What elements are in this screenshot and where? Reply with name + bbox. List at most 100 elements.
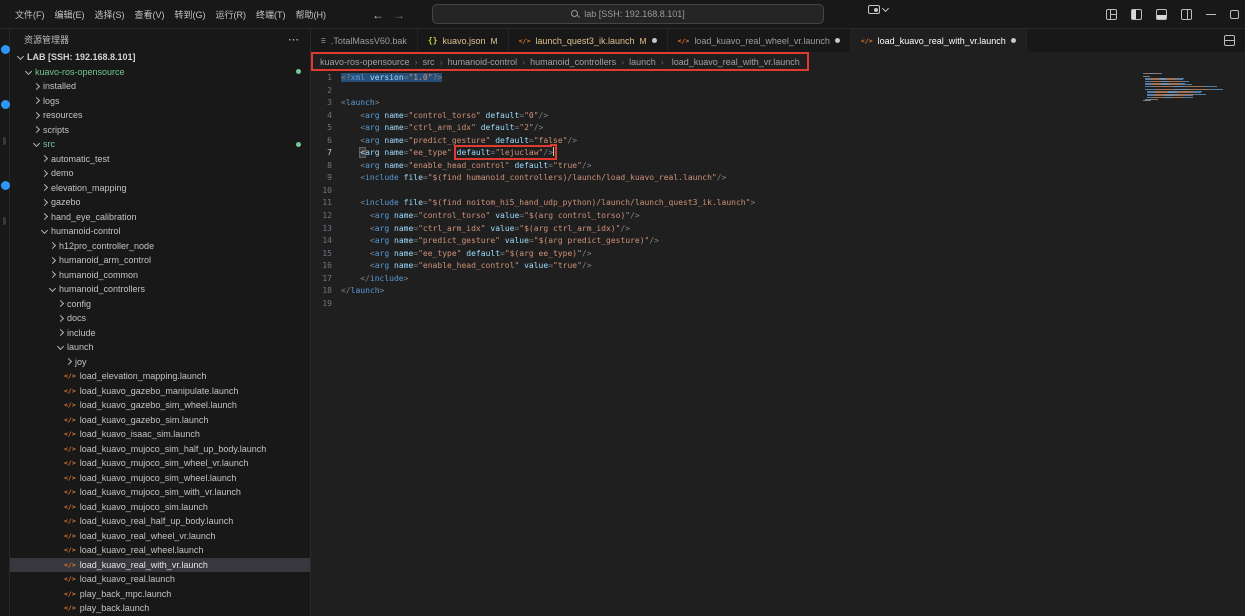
code-line-7[interactable]: 7 <arg name="ee_type" default="lejuclaw"…: [311, 147, 1245, 160]
menu-item-file[interactable]: 文件(F): [10, 5, 50, 24]
remote-window-indicator[interactable]: [868, 5, 888, 14]
code-line-1[interactable]: 1<?xml version="1.0"?>: [311, 72, 1245, 85]
tree-item-scripts[interactable]: scripts: [10, 123, 310, 138]
tab-kuavo-json[interactable]: {}kuavo.jsonM: [418, 29, 509, 52]
code-line-10[interactable]: 10: [311, 185, 1245, 198]
code-line-6[interactable]: 6 <arg name="predict_gesture" default="f…: [311, 135, 1245, 148]
code-line-9[interactable]: 9 <include file="$(find humanoid_control…: [311, 172, 1245, 185]
code-line-12[interactable]: 12 <arg name="control_torso" value="$(ar…: [311, 210, 1245, 223]
tree-file-load-kuavo-mujoco-sim-wheel-launch[interactable]: </>load_kuavo_mujoco_sim_wheel.launch: [10, 471, 310, 486]
tree-file-load-elevation-mapping-launch[interactable]: </>load_elevation_mapping.launch: [10, 369, 310, 384]
remote-monitor-icon: [868, 5, 880, 14]
tree-item-include[interactable]: include: [10, 326, 310, 341]
breadcrumb-item[interactable]: humanoid_controllers: [530, 57, 616, 67]
tree-item-h12pro-controller-node[interactable]: h12pro_controller_node: [10, 239, 310, 254]
dirty-dot-icon[interactable]: [1011, 38, 1016, 43]
tree-file-load-kuavo-mujoco-sim-half-up-body-launch[interactable]: </>load_kuavo_mujoco_sim_half_up_body.la…: [10, 442, 310, 457]
tree-file-load-kuavo-real-launch[interactable]: </>load_kuavo_real.launch: [10, 572, 310, 587]
restore-button[interactable]: [1230, 10, 1239, 19]
tree-item-logs[interactable]: logs: [10, 94, 310, 109]
xml-file-icon: </>: [64, 561, 76, 569]
code-line-4[interactable]: 4 <arg name="control_torso" default="0"/…: [311, 110, 1245, 123]
menu-item-edit[interactable]: 编辑(E): [50, 5, 90, 24]
code-line-15[interactable]: 15 <arg name="ee_type" default="$(arg ee…: [311, 248, 1245, 261]
code-line-8[interactable]: 8 <arg name="enable_head_control" defaul…: [311, 160, 1245, 173]
breadcrumb-item[interactable]: launch: [629, 57, 656, 67]
tab-load-kuavo-real-with-vr-launch[interactable]: </>load_kuavo_real_with_vr.launch: [851, 29, 1027, 52]
tree-item-joy[interactable]: joy: [10, 355, 310, 370]
tree-file-load-kuavo-isaac-sim-launch[interactable]: </>load_kuavo_isaac_sim.launch: [10, 427, 310, 442]
more-actions-icon[interactable]: ⋯: [288, 37, 300, 43]
menu-item-selection[interactable]: 选择(S): [90, 5, 130, 24]
tree-file-load-kuavo-real-with-vr-launch[interactable]: </>load_kuavo_real_with_vr.launch: [10, 558, 310, 573]
command-center-search[interactable]: lab [SSH: 192.168.8.101]: [432, 4, 824, 24]
toggle-secondary-sidebar-icon[interactable]: [1181, 9, 1192, 20]
tree-file-load-kuavo-real-wheel-launch[interactable]: </>load_kuavo_real_wheel.launch: [10, 543, 310, 558]
tree-file-load-kuavo-real-half-up-body-launch[interactable]: </>load_kuavo_real_half_up_body.launch: [10, 514, 310, 529]
tree-file-play-back-mpc-launch[interactable]: </>play_back_mpc.launch: [10, 587, 310, 602]
menu-item-run[interactable]: 运行(R): [211, 5, 252, 24]
breadcrumb-item[interactable]: src: [423, 57, 435, 67]
history-navigation: ← →: [372, 0, 405, 29]
code-line-16[interactable]: 16 <arg name="enable_head_control" value…: [311, 260, 1245, 273]
tree-item-automatic-test[interactable]: automatic_test: [10, 152, 310, 167]
code-area[interactable]: 1<?xml version="1.0"?>23<launch>4 <arg n…: [311, 71, 1245, 616]
tree-item-label: LAB [SSH: 192.168.8.101]: [27, 52, 136, 62]
tree-file-load-kuavo-mujoco-sim-launch[interactable]: </>load_kuavo_mujoco_sim.launch: [10, 500, 310, 515]
code-line-11[interactable]: 11 <include file="$(find noitom_hi5_hand…: [311, 197, 1245, 210]
menu-item-help[interactable]: 帮助(H): [291, 5, 332, 24]
code-line-18[interactable]: 18</launch>: [311, 285, 1245, 298]
forward-arrow-icon[interactable]: →: [393, 8, 405, 22]
tab--totalmassv60-bak[interactable]: ≡.TotalMassV60.bak: [311, 29, 418, 52]
back-arrow-icon[interactable]: ←: [372, 8, 384, 22]
tree-item-config[interactable]: config: [10, 297, 310, 312]
menu-item-view[interactable]: 查看(V): [130, 5, 170, 24]
tree-item-elevation-mapping[interactable]: elevation_mapping: [10, 181, 310, 196]
code-line-2[interactable]: 2: [311, 85, 1245, 98]
tree-file-play-back-launch[interactable]: </>play_back.launch: [10, 601, 310, 616]
tree-item-humanoid-control[interactable]: humanoid-control: [10, 224, 310, 239]
chevron-collapsed-icon: [64, 358, 72, 366]
tree-item-docs[interactable]: docs: [10, 311, 310, 326]
tree-item-installed[interactable]: installed: [10, 79, 310, 94]
tree-item-hand-eye-calibration[interactable]: hand_eye_calibration: [10, 210, 310, 225]
tree-file-load-kuavo-gazebo-sim-wheel-launch[interactable]: </>load_kuavo_gazebo_sim_wheel.launch: [10, 398, 310, 413]
menu-item-goto[interactable]: 转到(G): [170, 5, 211, 24]
minimap[interactable]: [1143, 73, 1231, 103]
tree-item-humanoid-common[interactable]: humanoid_common: [10, 268, 310, 283]
breadcrumb-item[interactable]: humanoid-control: [448, 57, 518, 67]
tree-item-gazebo[interactable]: gazebo: [10, 195, 310, 210]
tree-file-load-kuavo-mujoco-sim-with-vr-launch[interactable]: </>load_kuavo_mujoco_sim_with_vr.launch: [10, 485, 310, 500]
tree-item-humanoid-arm-control[interactable]: humanoid_arm_control: [10, 253, 310, 268]
tree-file-load-kuavo-mujoco-sim-wheel-vr-launch[interactable]: </>load_kuavo_mujoco_sim_wheel_vr.launch: [10, 456, 310, 471]
code-line-13[interactable]: 13 <arg name="ctrl_arm_idx" value="$(arg…: [311, 223, 1245, 236]
code-line-19[interactable]: 19: [311, 298, 1245, 311]
minimize-button[interactable]: [1206, 14, 1216, 15]
customize-layout-icon[interactable]: [1106, 9, 1117, 20]
tree-item-demo[interactable]: demo: [10, 166, 310, 181]
breadcrumb-file[interactable]: load_kuavo_real_with_vr.launch: [669, 57, 800, 67]
toggle-primary-sidebar-icon[interactable]: [1131, 9, 1142, 20]
tree-file-load-kuavo-gazebo-sim-launch[interactable]: </>load_kuavo_gazebo_sim.launch: [10, 413, 310, 428]
tab-launch-quest3-ik-launch[interactable]: </>launch_quest3_ik.launchM: [509, 29, 668, 52]
tree-item-launch[interactable]: launch: [10, 340, 310, 355]
code-line-3[interactable]: 3<launch>: [311, 97, 1245, 110]
tree-item-humanoid-controllers[interactable]: humanoid_controllers: [10, 282, 310, 297]
tree-file-load-kuavo-gazebo-manipulate-launch[interactable]: </>load_kuavo_gazebo_manipulate.launch: [10, 384, 310, 399]
breadcrumb-item[interactable]: kuavo-ros-opensource: [320, 57, 410, 67]
tree-item-resources[interactable]: resources: [10, 108, 310, 123]
line-text: <include file="$(find noitom_hi5_hand_ud…: [341, 197, 755, 210]
tree-item-src[interactable]: src: [10, 137, 310, 152]
code-line-17[interactable]: 17 </include>: [311, 273, 1245, 286]
code-line-5[interactable]: 5 <arg name="ctrl_arm_idx" default="2"/>: [311, 122, 1245, 135]
dirty-dot-icon[interactable]: [835, 38, 840, 43]
tree-item-kuavo-ros-opensource[interactable]: kuavo-ros-opensource: [10, 65, 310, 80]
tree-item-lab-ssh-192-168-8-101-[interactable]: LAB [SSH: 192.168.8.101]: [10, 50, 310, 65]
menu-item-terminal[interactable]: 终端(T): [251, 5, 291, 24]
toggle-panel-icon[interactable]: [1156, 9, 1167, 20]
split-editor-icon[interactable]: [1224, 35, 1235, 46]
tree-file-load-kuavo-real-wheel-vr-launch[interactable]: </>load_kuavo_real_wheel_vr.launch: [10, 529, 310, 544]
tab-load-kuavo-real-wheel-vr-launch[interactable]: </>load_kuavo_real_wheel_vr.launch: [668, 29, 851, 52]
dirty-dot-icon[interactable]: [652, 38, 657, 43]
code-line-14[interactable]: 14 <arg name="predict_gesture" value="$(…: [311, 235, 1245, 248]
